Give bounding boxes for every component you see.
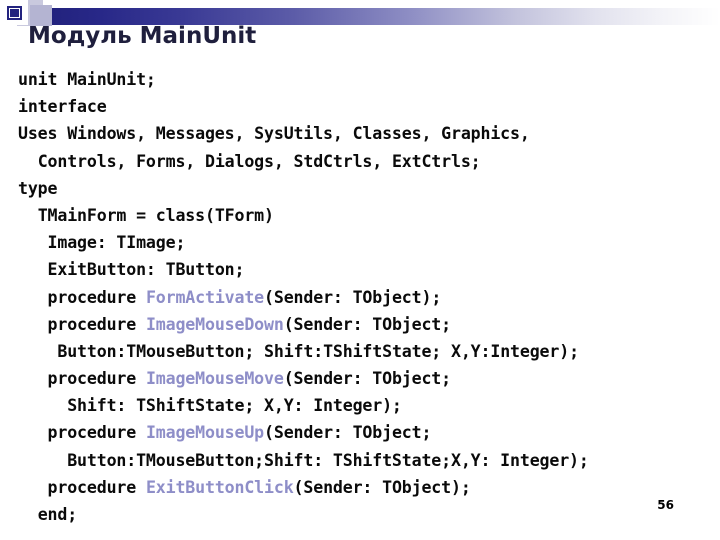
code-text: Shift: TShiftState; X,Y: Integer);: [67, 396, 402, 416]
code-line: unit MainUnit;: [18, 66, 720, 93]
code-text: (Sender: TObject;: [264, 423, 432, 443]
code-text: ExitButton: TButton;: [47, 260, 245, 280]
code-line: Button:TMouseButton; Shift:TShiftState; …: [18, 338, 720, 365]
code-text: end;: [37, 505, 78, 524]
code-text: (Sender: TObject);: [293, 477, 471, 497]
code-line: type: [18, 175, 720, 202]
code-text: type: [18, 178, 58, 198]
code-listing: unit MainUnit; interface Uses Windows, Mes…: [18, 66, 720, 528]
code-line: procedure ImageMouseDown(Sender: TObject…: [18, 311, 720, 338]
code-text: (Sender: TObject);: [264, 287, 442, 307]
code-text: procedure: [47, 423, 146, 443]
page-title: Модуль MainUnit: [28, 23, 257, 49]
code-text: unit MainUnit;: [18, 70, 156, 89]
code-text: procedure: [47, 314, 146, 334]
code-text: Button:TMouseButton; Shift:TShiftState; …: [57, 341, 579, 361]
code-text: procedure: [47, 477, 146, 497]
code-text: Controls, Forms, Dialogs, StdCtrls, ExtC…: [37, 151, 481, 171]
code-procedure-name: FormActivate: [145, 287, 265, 307]
code-line: procedure ImageMouseMove(Sender: TObject…: [18, 365, 720, 392]
code-text: (Sender: TObject;: [283, 314, 451, 334]
code-text: procedure: [47, 287, 146, 307]
code-procedure-name: ImageMouseDown: [145, 314, 284, 334]
code-line: procedure FormActivate(Sender: TObject);: [18, 284, 720, 311]
code-procedure-name: ExitButtonClick: [145, 477, 294, 497]
code-line: Shift: TShiftState; X,Y: Integer);: [18, 392, 720, 419]
code-line: interface: [18, 93, 720, 120]
code-procedure-name: ImageMouseMove: [145, 369, 284, 389]
code-text: Image: TImage;: [47, 233, 186, 253]
code-procedure-name: ImageMouseUp: [145, 423, 265, 443]
code-line: Uses Windows, Messages, SysUtils, Classe…: [18, 120, 720, 147]
code-text: TMainForm = class(TForm): [37, 205, 274, 225]
code-line: procedure ExitButtonClick(Sender: TObjec…: [18, 474, 720, 501]
code-text: interface: [18, 97, 107, 117]
code-line: TMainForm = class(TForm): [18, 202, 720, 229]
code-line: procedure ImageMouseUp(Sender: TObject;: [18, 419, 720, 446]
header-square-filled-icon: [10, 9, 19, 17]
code-line: Button:TMouseButton;Shift: TShiftState;X…: [18, 447, 720, 474]
page-number: 56: [657, 498, 674, 512]
code-line: Image: TImage;: [18, 229, 720, 256]
code-line: ExitButton: TButton;: [18, 256, 720, 283]
code-text: procedure: [47, 369, 146, 389]
code-text: (Sender: TObject;: [283, 369, 451, 389]
code-text: Uses Windows, Messages, SysUtils, Classe…: [18, 124, 530, 144]
code-line: end;: [18, 501, 720, 528]
code-text: Button:TMouseButton;Shift: TShiftState;X…: [67, 450, 589, 470]
code-line: Controls, Forms, Dialogs, StdCtrls, ExtC…: [18, 148, 720, 175]
